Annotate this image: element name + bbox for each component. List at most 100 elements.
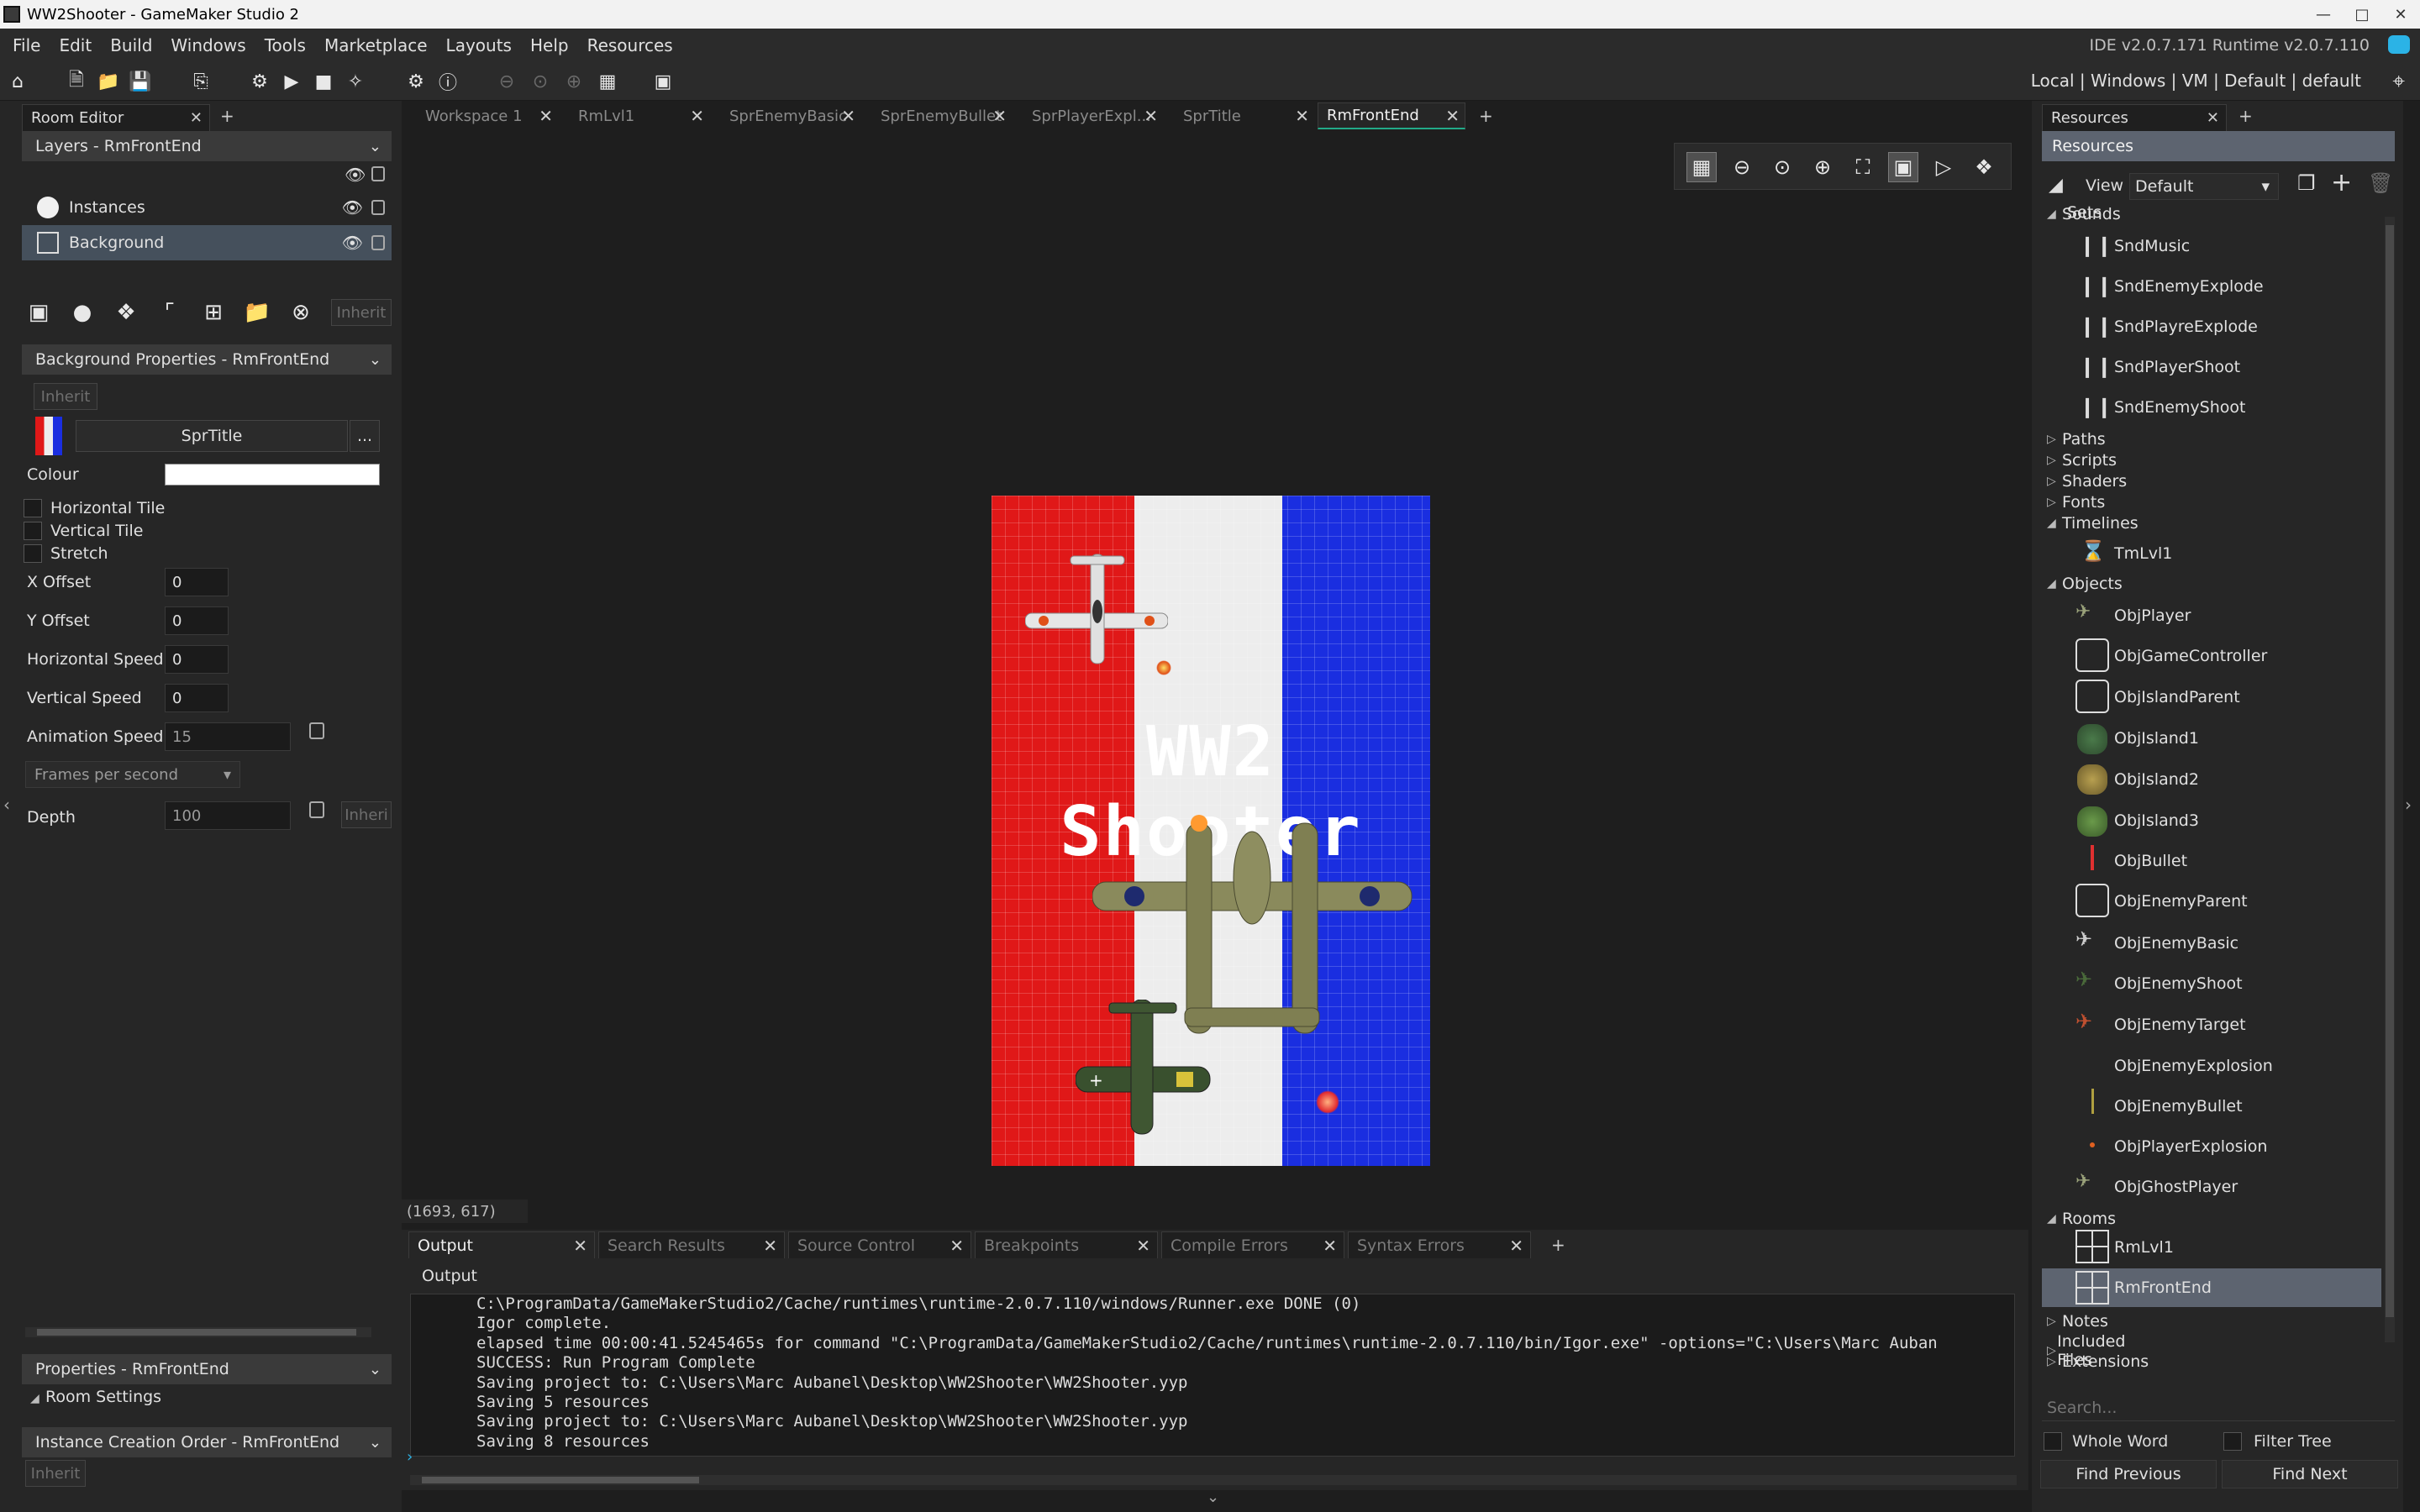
resource-group-scripts[interactable]: ▷ Scripts <box>2047 451 2117 470</box>
chevron-down-icon[interactable]: ⌄ <box>369 351 381 369</box>
vertical-tile-checkbox[interactable] <box>24 522 42 540</box>
layer-visibility-icon[interactable]: ❖ <box>1969 152 1999 182</box>
close-icon[interactable]: ✕ <box>573 1236 587 1256</box>
collapse-left-icon[interactable]: ‹ <box>3 795 10 815</box>
menu-layouts[interactable]: Layouts <box>437 35 521 55</box>
close-icon[interactable]: ✕ <box>1445 106 1460 126</box>
save-icon[interactable]: 💾 <box>126 67 155 96</box>
output-horizontal-scrollbar[interactable] <box>410 1475 2017 1485</box>
resource-objisland1[interactable]: ObjIsland1 <box>2114 729 2199 748</box>
add-path-layer-icon[interactable]: ⌜ <box>153 296 187 329</box>
toggle-view-icon[interactable]: ▣ <box>1888 152 1918 182</box>
x-offset-input[interactable]: 0 <box>165 568 229 596</box>
depth-input[interactable]: 100 <box>165 801 291 830</box>
room-settings-group[interactable]: ◢ Room Settings <box>30 1388 161 1406</box>
layer-instances[interactable]: Instances 👁 <box>22 190 392 225</box>
menu-tools[interactable]: Tools <box>255 35 315 55</box>
chat-icon[interactable] <box>2388 35 2410 54</box>
zoom-reset-icon[interactable]: ⊙ <box>526 67 555 96</box>
tab-compile-errors[interactable]: Compile Errors ✕ <box>1161 1231 1344 1258</box>
maximize-icon[interactable]: □ <box>2343 0 2381 29</box>
expand-panel-icon[interactable]: ⌄ <box>1207 1488 1219 1506</box>
background-properties-header[interactable]: Background Properties - RmFrontEnd ⌄ <box>22 344 392 375</box>
add-asset-layer-icon[interactable]: ⊞ <box>197 296 230 329</box>
view-select[interactable]: Default ▾ <box>2129 173 2279 200</box>
room-canvas[interactable]: WW2 Shooter + <box>402 131 2028 1205</box>
zoom-in-icon[interactable]: ⊕ <box>1807 152 1838 182</box>
zoom-out-icon[interactable]: ⊖ <box>1727 152 1757 182</box>
close-icon[interactable]: ✕ <box>950 1236 964 1256</box>
add-tab-icon[interactable]: + <box>1551 1235 1565 1255</box>
resource-objisland2[interactable]: ObjIsland2 <box>2114 770 2199 789</box>
tab-sprenemybullet[interactable]: SprEnemyBullet ✕ <box>864 102 1012 129</box>
resource-group-fonts[interactable]: ▷ Fonts <box>2047 493 2105 512</box>
menu-edit[interactable]: Edit <box>50 35 101 55</box>
lock-icon[interactable] <box>309 722 324 739</box>
inherit-depth-button[interactable]: Inheri <box>341 801 392 828</box>
resource-group-timelines[interactable]: ◢ Timelines <box>2047 514 2139 533</box>
resource-objenemybasic[interactable]: ObjEnemyBasic <box>2114 934 2238 953</box>
resource-objislandparent[interactable]: ObjIslandParent <box>2114 688 2240 706</box>
stretch-checkbox[interactable] <box>24 544 42 563</box>
close-icon[interactable]: ✕ <box>1144 106 1158 126</box>
resource-objenemytarget[interactable]: ObjEnemyTarget <box>2114 1016 2246 1034</box>
zoom-reset-icon[interactable]: ⊙ <box>1767 152 1797 182</box>
add-tile-layer-icon[interactable]: ❖ <box>109 296 143 329</box>
horizontal-tile-checkbox[interactable] <box>24 499 42 517</box>
home-icon[interactable]: ⌂ <box>3 67 32 96</box>
menu-windows[interactable]: Windows <box>161 35 255 55</box>
resource-group-extensions[interactable]: ▷ Extensions <box>2047 1352 2149 1371</box>
resource-sndmusic[interactable]: SndMusic <box>2114 237 2190 255</box>
close-icon[interactable]: ✕ <box>2207 109 2219 127</box>
colour-swatch[interactable] <box>165 464 380 486</box>
add-resource-icon[interactable]: + <box>2331 168 2352 197</box>
close-icon[interactable]: ✕ <box>1509 1236 1523 1256</box>
tab-search-results[interactable]: Search Results ✕ <box>598 1231 785 1258</box>
animation-unit-select[interactable]: Frames per second ▾ <box>25 761 240 788</box>
resource-objghostplayer[interactable]: ObjGhostPlayer <box>2114 1178 2238 1196</box>
create-executable-icon[interactable]: ⎘ <box>187 67 215 96</box>
sort-icon[interactable]: ◢ <box>2049 175 2063 196</box>
close-icon[interactable]: ✕ <box>1136 1236 1150 1256</box>
delete-layer-icon[interactable]: ⊗ <box>284 296 318 329</box>
workspace-grid-icon[interactable]: ▦ <box>593 67 622 96</box>
zoom-in-icon[interactable]: ⊕ <box>560 67 588 96</box>
resource-group-objects[interactable]: ◢ Objects <box>2047 575 2123 593</box>
resource-group-paths[interactable]: ▷ Paths <box>2047 430 2106 449</box>
close-icon[interactable]: ✕ <box>992 106 1007 126</box>
tab-rmfrontend[interactable]: RmFrontEnd ✕ <box>1318 102 1465 129</box>
resource-objenemyparent[interactable]: ObjEnemyParent <box>2114 892 2248 911</box>
help-icon[interactable]: ⓘ <box>434 67 462 96</box>
add-background-layer-icon[interactable]: ▣ <box>22 296 55 329</box>
resource-rmlvl1[interactable]: RmLvl1 <box>2114 1238 2174 1257</box>
target-crosshair-icon[interactable]: ⌖ <box>2392 69 2405 95</box>
debug-icon[interactable]: ⚙ <box>245 67 274 96</box>
horizontal-speed-input[interactable]: 0 <box>165 645 229 674</box>
resource-tree[interactable]: Tile Sets ◢Sounds ❙❙ SndMusic ❙❙ SndEnem… <box>2042 205 2381 1473</box>
close-icon[interactable]: ✕ <box>539 106 553 126</box>
resource-sndplayreexplode[interactable]: SndPlayreExplode <box>2114 318 2258 336</box>
menu-build[interactable]: Build <box>101 35 161 55</box>
tab-source-control[interactable]: Source Control ✕ <box>788 1231 971 1258</box>
target-selector[interactable]: Local | Windows | VM | Default | default <box>2031 71 2361 91</box>
animation-speed-input[interactable]: 15 <box>165 722 291 751</box>
close-icon[interactable]: ✕ <box>841 106 855 126</box>
close-icon[interactable]: ✕ <box>690 106 704 126</box>
play-animation-icon[interactable]: ▷ <box>1928 152 1959 182</box>
resource-tmlvl1[interactable]: TmLvl1 <box>2114 544 2172 563</box>
toggle-grid-icon[interactable]: ▦ <box>1686 152 1717 182</box>
resource-objenemyexplosion[interactable]: ObjEnemyExplosion <box>2114 1057 2273 1075</box>
lock-icon[interactable] <box>371 166 385 181</box>
horizontal-scrollbar[interactable] <box>25 1327 371 1337</box>
resource-objenemyshoot[interactable]: ObjEnemyShoot <box>2114 974 2243 993</box>
tab-output[interactable]: Output ✕ <box>408 1231 595 1258</box>
resource-objplayerexplosion[interactable]: ObjPlayerExplosion <box>2114 1137 2267 1156</box>
tab-workspace-1[interactable]: Workspace 1 ✕ <box>408 102 558 129</box>
lock-icon[interactable] <box>371 235 385 250</box>
chevron-down-icon[interactable]: ⌄ <box>369 1361 381 1378</box>
close-icon[interactable]: ✕ <box>763 1236 777 1256</box>
add-instance-layer-icon[interactable]: ● <box>66 296 99 329</box>
inherit-creation-order-button[interactable]: Inherit <box>25 1460 86 1487</box>
sprite-browse-button[interactable]: ... <box>350 420 380 452</box>
inherit-properties-button[interactable]: Inherit <box>34 383 97 410</box>
